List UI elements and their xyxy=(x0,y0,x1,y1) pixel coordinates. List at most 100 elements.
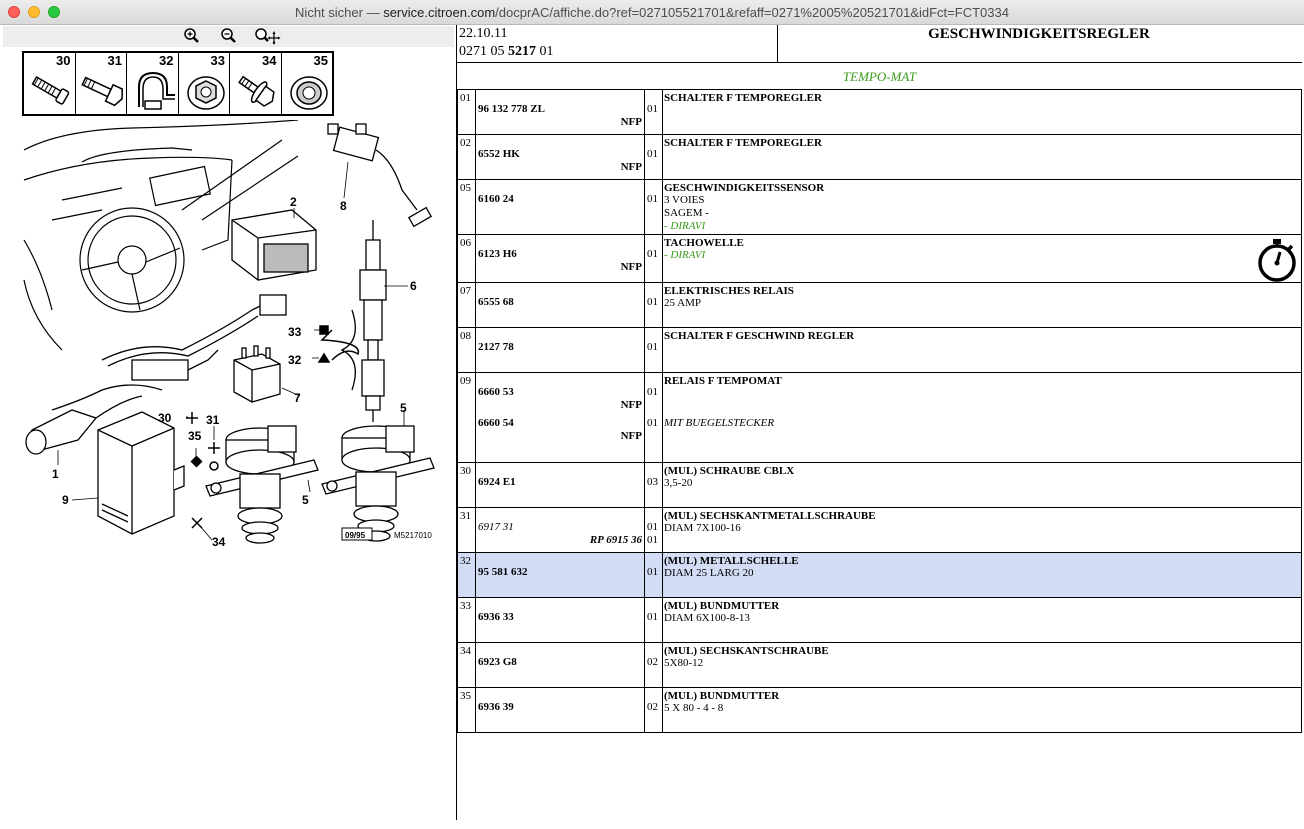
quantity-cell: 01 01 xyxy=(645,508,663,552)
part-cell-32[interactable]: 32 xyxy=(127,53,179,114)
url-path: /docprAC/affiche.do?ref=027105521701&ref… xyxy=(495,5,1009,20)
ref-suffix: 01 xyxy=(536,44,554,59)
reference-cell: 95 581 632 xyxy=(476,553,645,597)
replacement-reference[interactable]: RP 6915 36 xyxy=(590,534,642,546)
part-cell-31[interactable]: 31 xyxy=(76,53,127,114)
quantity: 01 xyxy=(647,566,658,578)
hardware-parts-strip: 30 31 32 33 34 35 xyxy=(22,51,334,116)
callout-5-left: 5 xyxy=(302,493,309,507)
part-reference[interactable]: 6936 33 xyxy=(478,611,514,623)
quantity: 01 xyxy=(647,193,658,205)
quantity-cell: 01 xyxy=(645,328,663,372)
close-window-button[interactable] xyxy=(8,6,20,18)
table-row[interactable]: 33 6936 33 01 (MUL) BUNDMUTTER DIAM 6X100-8-… xyxy=(458,598,1301,643)
table-row[interactable]: 06 6123 H6 NFP 01 TACHOWELLE - DIRAVI xyxy=(458,235,1301,283)
position-cell: 07 xyxy=(458,283,476,327)
quantity-cell: 01 xyxy=(645,598,663,642)
page-subtitle: TEMPO-MAT xyxy=(842,69,917,84)
parts-table: 01 96 132 778 ZL NFP 01 SCHALTER F TEMPOREGL… xyxy=(457,90,1302,733)
callout-34: 34 xyxy=(212,535,226,549)
callout-9: 9 xyxy=(62,493,69,507)
reference-cell: 6123 H6 NFP xyxy=(476,235,645,282)
quantity-cell: 02 xyxy=(645,643,663,687)
table-row[interactable]: 02 6552 HK NFP 01 SCHALTER F TEMPOREGLER xyxy=(458,135,1301,180)
reference-cell: 6555 68 xyxy=(476,283,645,327)
nfp-flag: NFP xyxy=(620,261,642,273)
cross-symbol-31 xyxy=(208,442,220,454)
part-designation: (MUL) BUNDMUTTER xyxy=(664,600,780,612)
date-stamp: 09/95 xyxy=(345,531,366,540)
minimize-window-button[interactable] xyxy=(28,6,40,18)
document-date: 22.10.11 xyxy=(459,26,508,41)
table-row[interactable]: 30 6924 E1 03 (MUL) SCHRAUBE CBLX 3,5-20 xyxy=(458,463,1301,508)
part-reference[interactable]: 6160 24 xyxy=(478,193,514,205)
hex-bolt-icon xyxy=(238,75,275,107)
variant-note: MIT BUEGELSTECKER xyxy=(664,417,775,429)
part-number: 35 xyxy=(313,53,328,68)
part-reference[interactable]: 6660 54 xyxy=(478,417,514,429)
part-cell-35[interactable]: 35 xyxy=(282,53,333,114)
part-designation: RELAIS F TEMPOMAT xyxy=(664,375,782,387)
part-reference[interactable]: 6923 G8 xyxy=(478,656,517,668)
description-cell: SCHALTER F TEMPOREGLER xyxy=(663,135,1301,179)
square-symbol-33 xyxy=(319,325,329,335)
callout-6: 6 xyxy=(410,279,417,293)
url-domain: service.citroen.com xyxy=(383,5,496,20)
table-row[interactable]: 34 6923 G8 02 (MUL) SECHSKANTSCHRAUBE 5X80-1… xyxy=(458,643,1301,688)
part-reference-old[interactable]: 6917 31 xyxy=(478,521,514,533)
part-cell-33[interactable]: 33 xyxy=(179,53,230,114)
zoom-in-icon[interactable] xyxy=(182,27,202,46)
document-reference: 0271 05 5217 01 xyxy=(459,44,554,60)
flange-nut-icon xyxy=(186,76,225,110)
part-reference[interactable]: 2127 78 xyxy=(478,341,514,353)
bolt-icon xyxy=(80,76,123,107)
part-reference[interactable]: 6924 E1 xyxy=(478,476,516,488)
part-cell-34[interactable]: 34 xyxy=(230,53,282,114)
table-row[interactable]: 01 96 132 778 ZL NFP 01 SCHALTER F TEMPOREGL… xyxy=(458,90,1301,135)
zoom-window-button[interactable] xyxy=(48,6,60,18)
part-number: 34 xyxy=(262,53,277,68)
part-designation: (MUL) BUNDMUTTER xyxy=(664,690,780,702)
table-row[interactable]: 35 6936 39 02 (MUL) BUNDMUTTER 5 X 80 - 4 - … xyxy=(458,688,1301,733)
reference-cell: 6924 E1 xyxy=(476,463,645,507)
figure-id: M5217010 xyxy=(394,531,432,540)
zoom-pan-icon[interactable] xyxy=(253,27,281,46)
nfp-flag: NFP xyxy=(620,430,642,442)
supplier-note: - DIRAVI xyxy=(664,220,706,232)
quantity-cell: 03 xyxy=(645,463,663,507)
stopwatch-icon[interactable] xyxy=(1256,237,1298,283)
quantity: 01 xyxy=(647,386,658,398)
table-row[interactable]: 05 6160 24 01 GESCHWINDIGKEITSSENSOR 3 VOIES… xyxy=(458,180,1301,235)
part-reference[interactable]: 6555 68 xyxy=(478,296,514,308)
table-row[interactable]: 32 95 581 632 01 (MUL) METALLSCHELLE DIAM 25… xyxy=(458,553,1301,598)
part-designation: SCHALTER F GESCHWIND REGLER xyxy=(664,330,855,342)
part-reference[interactable]: 6552 HK xyxy=(478,148,520,160)
part-cell-30[interactable]: 30 xyxy=(24,53,76,114)
circle-symbol-31 xyxy=(209,461,219,471)
part-reference[interactable]: 6936 39 xyxy=(478,701,514,713)
position-cell: 06 xyxy=(458,235,476,282)
table-row[interactable]: 07 6555 68 01 ELEKTRISCHES RELAIS 25 AMP xyxy=(458,283,1301,328)
control-module-drawing xyxy=(97,411,185,535)
zoom-out-icon[interactable] xyxy=(219,27,239,46)
reference-cell: 6923 G8 xyxy=(476,643,645,687)
callout-7: 7 xyxy=(294,391,301,405)
screw-icon xyxy=(31,76,70,105)
table-row[interactable]: 08 2127 78 01 SCHALTER F GESCHWIND REGLER xyxy=(458,328,1301,373)
part-reference[interactable]: 6123 H6 xyxy=(478,248,517,260)
description-cell: RELAIS F TEMPOMAT MIT BUEGELSTECKER xyxy=(663,373,1301,462)
security-prefix: Nicht sicher — xyxy=(295,5,384,20)
exploded-parts-diagram: 1 2 5 5 6 7 8 9 30 31 32 33 34 35 09/95 … xyxy=(23,120,435,549)
part-reference[interactable]: 96 132 778 ZL xyxy=(478,103,545,115)
table-row[interactable]: 31 6917 31 RP 6915 36 01 01 (MUL) SECHSKANTME… xyxy=(458,508,1301,553)
document-header: 22.10.11 0271 05 5217 01 GESCHWINDIGKEIT… xyxy=(457,25,1302,63)
flange-nut-icon xyxy=(289,76,328,110)
quantity: 01 xyxy=(647,148,658,160)
nfp-flag: NFP xyxy=(620,399,642,411)
description-cell: (MUL) METALLSCHELLE DIAM 25 LARG 20 xyxy=(663,553,1301,597)
table-row[interactable]: 09 6660 53 NFP 6660 54 NFP 01 01 RELAIS F TEMPO… xyxy=(458,373,1301,463)
part-reference[interactable]: 6660 53 xyxy=(478,386,514,398)
description-cell: SCHALTER F GESCHWIND REGLER xyxy=(663,328,1301,372)
position-cell: 05 xyxy=(458,180,476,234)
part-reference[interactable]: 95 581 632 xyxy=(478,566,528,578)
